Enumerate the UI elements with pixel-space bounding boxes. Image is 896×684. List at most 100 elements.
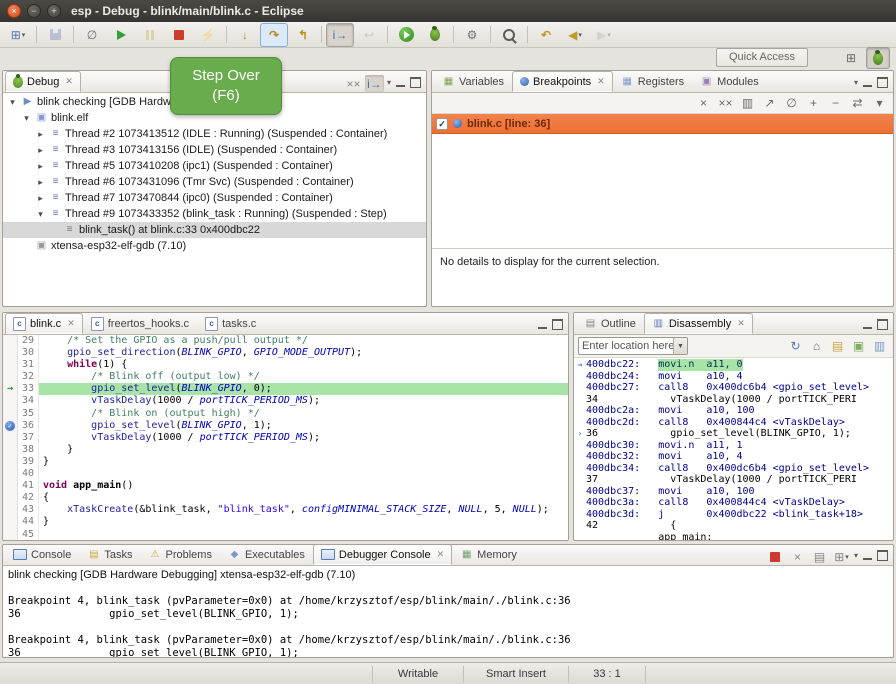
debug-minimize-button[interactable] bbox=[396, 78, 405, 87]
views-tab-breakpoints[interactable]: Breakpoints✕ bbox=[512, 71, 613, 92]
views-tab-modules[interactable]: ▣Modules bbox=[692, 71, 767, 92]
code-editor[interactable]: 29 /* Set the GPIO as a push/pull output… bbox=[3, 335, 568, 540]
editor-minimize-button[interactable] bbox=[538, 320, 547, 329]
editor-tab-tasks-c[interactable]: ctasks.c bbox=[197, 313, 264, 334]
disassembly-line[interactable]: →400dbc22: movi.n a11, 0 bbox=[574, 359, 893, 371]
editor-maximize-button[interactable] bbox=[552, 319, 563, 330]
collapse-all-icon[interactable]: − bbox=[826, 95, 845, 112]
disassembly-line[interactable]: 400dbc3d: j 0x400dbc22 <blink_task+18> bbox=[574, 509, 893, 521]
combo-dropdown-icon[interactable]: ▼ bbox=[673, 338, 687, 354]
editor-line[interactable]: 32 /* Blink off (output low) */ bbox=[3, 371, 568, 383]
tree-expander-icon[interactable]: ▾ bbox=[7, 97, 18, 108]
debug-perspective-button[interactable] bbox=[866, 47, 890, 69]
skip-all-breakpoints-icon[interactable]: ∅ bbox=[78, 23, 106, 47]
disassembly-line[interactable]: 400dbc24: movi a10, 4 bbox=[574, 371, 893, 383]
go-to-file-icon[interactable]: ↗ bbox=[760, 95, 779, 112]
debug-tree-item[interactable]: ▸≡Thread #5 1073410208 (ipc1) (Suspended… bbox=[3, 158, 426, 174]
tab-close-icon[interactable]: ✕ bbox=[597, 76, 605, 87]
tree-expander-icon[interactable]: ▸ bbox=[35, 161, 46, 172]
tree-expander-icon[interactable]: ▸ bbox=[35, 193, 46, 204]
editor-line[interactable]: 31 while(1) { bbox=[3, 359, 568, 371]
home-icon[interactable]: ⌂ bbox=[807, 338, 826, 355]
breakpoints-view-menu-icon[interactable]: ▾ bbox=[870, 95, 889, 112]
breakpoint-checkbox[interactable]: ✓ bbox=[436, 118, 448, 130]
tab-close-icon[interactable]: ✕ bbox=[67, 318, 75, 329]
console-minimize-button[interactable] bbox=[863, 551, 872, 560]
breakpoints-minimize-button[interactable] bbox=[863, 78, 872, 87]
views-tab-registers[interactable]: ▦Registers bbox=[613, 71, 692, 92]
console-view-menu-icon[interactable]: ▾ bbox=[854, 551, 858, 560]
run-icon[interactable] bbox=[392, 23, 420, 47]
editor-tab-blink-c[interactable]: cblink.c✕ bbox=[5, 313, 83, 334]
expand-all-icon[interactable]: + bbox=[804, 95, 823, 112]
disassembly-line[interactable]: 400dbc30: movi.n a11, 1 bbox=[574, 440, 893, 452]
show-supported-breakpoints-icon[interactable]: ▥ bbox=[738, 95, 757, 112]
disassembly-line[interactable]: 400dbc3a: call8 0x400844c4 <vTaskDelay> bbox=[574, 497, 893, 509]
editor-line[interactable]: 34 vTaskDelay(1000 / portTICK_PERIOD_MS)… bbox=[3, 395, 568, 407]
editor-line[interactable]: 38 } bbox=[3, 444, 568, 456]
disassembly-minimize-button[interactable] bbox=[863, 320, 872, 329]
debug-tree-item[interactable]: ▸≡Thread #2 1073413512 (IDLE : Running) … bbox=[3, 126, 426, 142]
breakpoint-item[interactable]: ✓ blink.c [line: 36] bbox=[432, 114, 893, 134]
external-tools-icon[interactable]: ⚙ bbox=[458, 23, 486, 47]
suspend-icon[interactable] bbox=[136, 23, 164, 47]
disassembly-line[interactable]: app_main: bbox=[574, 532, 893, 541]
quick-access-button[interactable]: Quick Access bbox=[716, 48, 808, 67]
debug-icon[interactable] bbox=[421, 23, 449, 47]
location-combo[interactable]: Enter location here ▼ bbox=[578, 337, 688, 355]
console-tab-console[interactable]: Console bbox=[5, 544, 79, 565]
breakpoints-maximize-button[interactable] bbox=[877, 77, 888, 88]
editor-line[interactable]: 35 /* Blink on (output high) */ bbox=[3, 408, 568, 420]
save-icon[interactable] bbox=[41, 23, 69, 47]
step-return-icon[interactable]: ↰ bbox=[289, 23, 317, 47]
step-over-icon[interactable]: ↷ bbox=[260, 23, 288, 47]
disassembly-line[interactable]: 400dbc37: movi a10, 100 bbox=[574, 486, 893, 498]
last-edit-location-icon[interactable]: ↶ bbox=[532, 23, 560, 47]
refresh-icon[interactable]: ↻ bbox=[786, 338, 805, 355]
tree-expander-icon[interactable]: ▾ bbox=[35, 209, 46, 220]
breakpoint-marker[interactable]: ✓ bbox=[3, 420, 18, 432]
forward-icon[interactable]: ▶▾ bbox=[590, 23, 618, 47]
console-tab-memory[interactable]: ▦Memory bbox=[452, 544, 525, 565]
search-icon[interactable] bbox=[495, 23, 523, 47]
tab-close-icon[interactable]: ✕ bbox=[437, 549, 445, 560]
editor-line[interactable]: 44} bbox=[3, 516, 568, 528]
tree-expander-icon[interactable]: ▸ bbox=[35, 129, 46, 140]
editor-line[interactable]: 37 vTaskDelay(1000 / portTICK_PERIOD_MS)… bbox=[3, 432, 568, 444]
tree-expander-icon[interactable]: ▸ bbox=[35, 177, 46, 188]
resume-icon[interactable] bbox=[107, 23, 135, 47]
breakpoints-view-menu-chevron-icon[interactable]: ▾ bbox=[854, 78, 858, 87]
debug-tree-item[interactable]: ▣xtensa-esp32-elf-gdb (7.10) bbox=[3, 238, 426, 254]
window-maximize-button[interactable]: + bbox=[47, 4, 61, 18]
instruction-stepping-toggle-icon[interactable]: i→ bbox=[365, 75, 384, 92]
right-tab-disassembly[interactable]: ▥Disassembly✕ bbox=[644, 313, 753, 334]
disassembly-line[interactable]: 400dbc27: call8 0x400dc6b4 <gpio_set_lev… bbox=[574, 382, 893, 394]
disassembly-line[interactable]: ›36 gpio_set_level(BLINK_GPIO, 1); bbox=[574, 428, 893, 440]
remove-launch-icon[interactable]: × bbox=[788, 548, 807, 565]
link-with-debug-icon[interactable]: ⇄ bbox=[848, 95, 867, 112]
disassembly-line[interactable]: 400dbc34: call8 0x400dc6b4 <gpio_set_lev… bbox=[574, 463, 893, 475]
show-source-icon[interactable]: ▤ bbox=[828, 338, 847, 355]
editor-tab-freertos-hooks-c[interactable]: cfreertos_hooks.c bbox=[83, 313, 197, 334]
tab-close-icon[interactable]: ✕ bbox=[737, 318, 745, 329]
open-perspective-icon[interactable]: ⊞ bbox=[839, 47, 863, 69]
console-output[interactable]: blink checking [GDB Hardware Debugging] … bbox=[3, 566, 893, 657]
disassembly-line[interactable]: 37 vTaskDelay(1000 / portTICK_PERI bbox=[574, 474, 893, 486]
debug-tree-item[interactable]: ▾≡Thread #9 1073433352 (blink_task : Run… bbox=[3, 206, 426, 222]
console-tab-tasks[interactable]: ▤Tasks bbox=[79, 544, 140, 565]
disassembly-line[interactable]: 400dbc32: movi a10, 4 bbox=[574, 451, 893, 463]
debug-maximize-button[interactable] bbox=[410, 77, 421, 88]
editor-line[interactable]: 41void app_main() bbox=[3, 480, 568, 492]
debug-tree-item[interactable]: ≡blink_task() at blink.c:33 0x400dbc22 bbox=[3, 222, 426, 238]
remove-all-breakpoints-icon[interactable]: ×× bbox=[716, 95, 735, 112]
remove-all-terminated-icon[interactable]: ×× bbox=[344, 75, 363, 92]
back-icon[interactable]: ◀▾ bbox=[561, 23, 589, 47]
debug-tab-debug[interactable]: Debug✕ bbox=[5, 71, 81, 92]
debug-view-menu-icon[interactable]: ▾ bbox=[387, 78, 391, 87]
drop-to-frame-icon[interactable]: ↩ bbox=[355, 23, 383, 47]
disassembly-listing[interactable]: →400dbc22: movi.n a11, 0400dbc24: movi a… bbox=[574, 358, 893, 540]
terminate-console-icon[interactable] bbox=[766, 548, 785, 565]
disassembly-maximize-button[interactable] bbox=[877, 319, 888, 330]
terminate-icon[interactable] bbox=[165, 23, 193, 47]
location-input[interactable]: Enter location here bbox=[579, 340, 673, 352]
